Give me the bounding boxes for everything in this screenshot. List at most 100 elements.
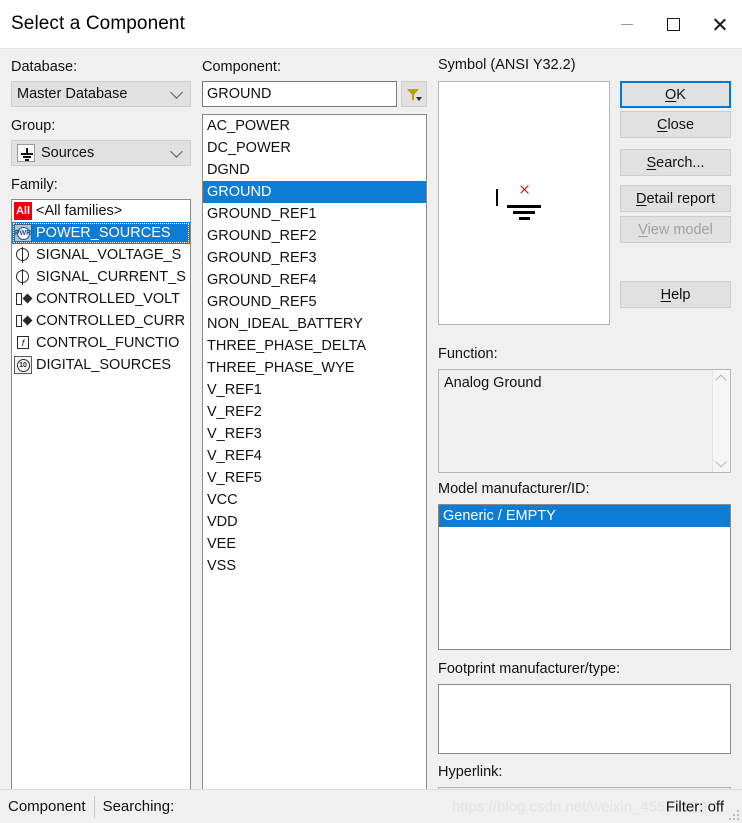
family-list-item[interactable]: PWR POWER_SOURCES <box>12 222 190 244</box>
ground-symbol-graphic <box>496 181 551 225</box>
model-label: Model manufacturer/ID: <box>438 481 590 497</box>
title-bar: Select a Component <box>0 0 742 48</box>
component-list-item[interactable]: DGND <box>203 159 426 181</box>
component-list-item[interactable]: V_REF4 <box>203 445 426 467</box>
component-list-item[interactable]: AC_POWER <box>203 115 426 137</box>
terminal-marker-icon <box>519 184 530 195</box>
scroll-up-icon[interactable] <box>716 375 728 383</box>
signal-current-source-icon <box>14 268 32 286</box>
component-search-input[interactable]: GROUND <box>202 81 397 107</box>
minimize-button[interactable] <box>604 0 650 48</box>
component-list-item[interactable]: V_REF5 <box>203 467 426 489</box>
symbol-preview <box>438 81 610 325</box>
component-list-item[interactable]: VEE <box>203 533 426 555</box>
component-list-item[interactable]: GROUND <box>203 181 426 203</box>
family-list-item[interactable]: All <All families> <box>12 200 190 222</box>
ok-button[interactable]: OK <box>620 81 731 108</box>
component-label: Component: <box>202 59 281 75</box>
component-list-item[interactable]: V_REF1 <box>203 379 426 401</box>
power-sources-icon: PWR <box>14 224 32 242</box>
model-listbox[interactable]: Generic / EMPTY <box>438 504 731 650</box>
component-list-item[interactable]: V_REF3 <box>203 423 426 445</box>
family-list-item-label: CONTROLLED_CURR <box>36 313 186 329</box>
footprint-listbox[interactable] <box>438 684 731 754</box>
component-list-item[interactable]: GROUND_REF1 <box>203 203 426 225</box>
family-list-item-label: POWER_SOURCES <box>36 225 171 241</box>
family-list-item-label: <All families> <box>36 203 123 219</box>
family-list-item-label: DIGITAL_SOURCES <box>36 357 172 373</box>
resize-grip[interactable] <box>727 808 739 820</box>
family-list-item-label: SIGNAL_CURRENT_S <box>36 269 186 285</box>
component-list-item[interactable]: V_REF2 <box>203 401 426 423</box>
symbol-label: Symbol (ANSI Y32.2) <box>438 57 576 73</box>
component-list-item[interactable]: GROUND_REF4 <box>203 269 426 291</box>
chevron-down-icon <box>170 86 183 99</box>
ground-symbol-icon <box>17 144 35 162</box>
component-list-item[interactable]: VSS <box>203 555 426 577</box>
status-component: Component <box>8 798 86 815</box>
model-list-item[interactable]: Generic / EMPTY <box>439 505 730 527</box>
component-list-item[interactable]: THREE_PHASE_DELTA <box>203 335 426 357</box>
footprint-value <box>439 685 730 707</box>
close-button-label: Close <box>656 116 695 133</box>
all-families-icon: All <box>14 202 32 220</box>
group-label: Group: <box>11 118 56 134</box>
component-list-item[interactable]: VCC <box>203 489 426 511</box>
family-list-item[interactable]: f CONTROL_FUNCTIO <box>12 332 190 354</box>
view-model-button: View model <box>620 216 731 243</box>
hyperlink-label: Hyperlink: <box>438 764 503 780</box>
help-button[interactable]: Help <box>620 281 731 308</box>
status-bar: Component Searching: https://blog.csdn.n… <box>0 789 742 823</box>
close-dialog-button[interactable]: Close <box>620 111 731 138</box>
family-list-item[interactable]: SIGNAL_VOLTAGE_S <box>12 244 190 266</box>
family-list-item[interactable]: CONTROLLED_CURR <box>12 310 190 332</box>
component-list-item[interactable]: VDD <box>203 511 426 533</box>
database-label: Database: <box>11 59 78 75</box>
control-function-icon: f <box>14 334 32 352</box>
family-label: Family: <box>11 177 58 193</box>
database-value: Master Database <box>17 86 128 102</box>
detail-report-button-label: Detail report <box>636 190 715 207</box>
filter-funnel-icon <box>407 88 422 101</box>
function-vertical-scrollbar[interactable] <box>712 370 730 472</box>
chevron-down-icon <box>170 145 183 158</box>
family-list-item[interactable]: CONTROLLED_VOLT <box>12 288 190 310</box>
family-list-item-label: SIGNAL_VOLTAGE_S <box>36 247 182 263</box>
family-list-item[interactable]: SIGNAL_CURRENT_S <box>12 266 190 288</box>
family-list-item-label: CONTROL_FUNCTIO <box>36 335 180 351</box>
dialog-body: Database: Master Database Group: Sources… <box>0 48 742 821</box>
filter-status: Filter: off <box>665 798 724 815</box>
component-list-item[interactable]: GROUND_REF5 <box>203 291 426 313</box>
help-button-label: Help <box>660 286 691 303</box>
controlled-current-source-icon <box>14 312 33 330</box>
group-dropdown[interactable]: Sources <box>11 140 191 166</box>
status-searching: Searching: <box>102 798 175 815</box>
component-list-item[interactable]: GROUND_REF2 <box>203 225 426 247</box>
component-list-item[interactable]: DC_POWER <box>203 137 426 159</box>
minimize-icon <box>621 23 633 25</box>
maximize-button[interactable] <box>650 0 696 48</box>
component-list-item[interactable]: NON_IDEAL_BATTERY <box>203 313 426 335</box>
view-model-button-label: View model <box>638 221 713 238</box>
component-list-item[interactable]: THREE_PHASE_WYE <box>203 357 426 379</box>
search-button-label: Search... <box>646 154 705 171</box>
component-search-value: GROUND <box>207 86 272 102</box>
close-button[interactable] <box>696 0 742 48</box>
component-listbox[interactable]: AC_POWER DC_POWER DGND GROUND GROUND_REF1 GRO… <box>202 114 427 821</box>
filter-button[interactable] <box>401 81 427 107</box>
function-box: Analog Ground <box>438 369 731 473</box>
search-button[interactable]: Search... <box>620 149 731 176</box>
footprint-label: Footprint manufacturer/type: <box>438 661 621 677</box>
scroll-down-icon[interactable] <box>716 459 728 467</box>
family-listbox[interactable]: All <All families> PWR POWER_SOURCES SIGNAL_… <box>11 199 191 793</box>
select-component-dialog: Select a Component Database: Master Data… <box>0 0 742 823</box>
database-dropdown[interactable]: Master Database <box>11 81 191 107</box>
detail-report-button[interactable]: Detail report <box>620 185 731 212</box>
window-title: Select a Component <box>11 13 185 34</box>
function-value: Analog Ground <box>444 375 542 391</box>
maximize-icon <box>666 17 680 31</box>
signal-voltage-source-icon <box>14 246 32 264</box>
digital-sources-icon: 10 <box>14 356 32 374</box>
component-list-item[interactable]: GROUND_REF3 <box>203 247 426 269</box>
family-list-item[interactable]: 10 DIGITAL_SOURCES <box>12 354 190 376</box>
